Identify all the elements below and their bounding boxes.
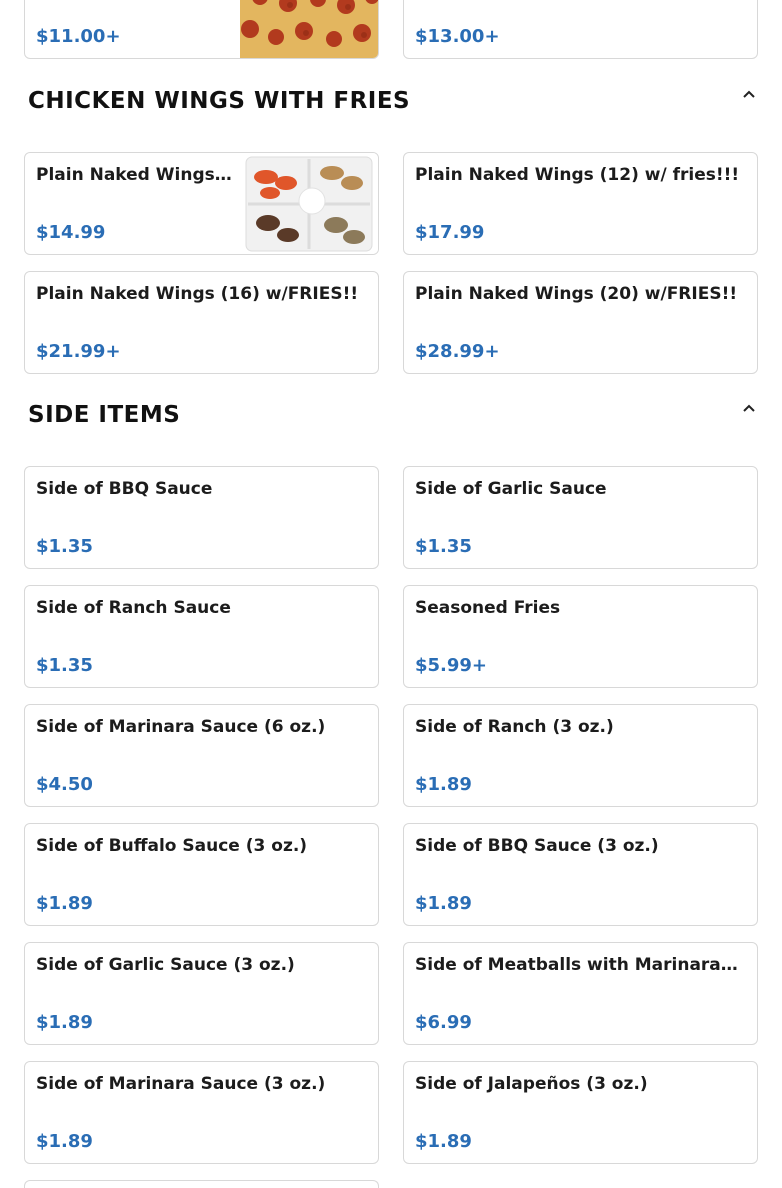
item-name: Side of Ranch (3 oz.) [415, 717, 614, 737]
menu-item-card[interactable]: Side of Marinara Sauce (6 oz.) $4.50 [24, 704, 379, 807]
menu-item-card[interactable]: $13.00+ [403, 0, 758, 59]
item-price: $1.89 [36, 1131, 93, 1152]
item-name: Plain Naked Wings (20) w/FRIES!! [415, 284, 738, 304]
item-name: Side of Garlic Sauce [415, 479, 607, 499]
item-price: $1.35 [36, 655, 93, 676]
menu-item-card[interactable]: Plain Naked Wings (12) w/ fries!!! $17.9… [403, 152, 758, 255]
item-price: $13.00+ [415, 26, 500, 47]
item-price: $1.89 [36, 1012, 93, 1033]
menu-item-card[interactable]: Plain Naked Wings (20) w/FRIES!! $28.99+ [403, 271, 758, 374]
item-price: $1.35 [415, 536, 472, 557]
item-name: Side of Ranch Sauce [36, 598, 231, 618]
item-price: $11.00+ [36, 26, 121, 47]
menu-item-card[interactable]: Side of BBQ Sauce $1.35 [24, 466, 379, 569]
item-price: $28.99+ [415, 341, 500, 362]
item-price: $6.99 [415, 1012, 472, 1033]
menu-item-card[interactable]: Seasoned Fries $5.99+ [403, 585, 758, 688]
item-price: $17.99 [415, 222, 485, 243]
item-name: Side of Jalapeños (3 oz.) [415, 1074, 648, 1094]
menu-item-card[interactable]: Side of Ranch (3 oz.) $1.89 [403, 704, 758, 807]
item-name: Side of BBQ Sauce (3 oz.) [415, 836, 659, 856]
item-price: $5.99+ [415, 655, 488, 676]
item-name: Side of Marinara Sauce (3 oz.) [36, 1074, 326, 1094]
pepperoni-pizza-image [240, 0, 378, 58]
item-name: Side of Meatballs with Marinara… [415, 955, 738, 975]
menu-item-card[interactable]: Side of Jalapeños (3 oz.) $1.89 [403, 1061, 758, 1164]
menu-item-card[interactable]: Plain Naked Wings (16) w/FRIES!! $21.99+ [24, 271, 379, 374]
menu-item-card[interactable]: Side of Marinara Sauce (3 oz.) $1.89 [24, 1061, 379, 1164]
item-name: Plain Naked Wings… [36, 165, 232, 185]
item-price: $1.89 [415, 774, 472, 795]
item-name: Side of Buffalo Sauce (3 oz.) [36, 836, 308, 856]
item-price: $21.99+ [36, 341, 121, 362]
chevron-up-icon[interactable] [739, 398, 759, 418]
menu-item-card[interactable]: Plain Naked Wings… $14.99 [24, 152, 379, 255]
menu-item-card[interactable]: Side of BBQ Sauce (3 oz.) $1.89 [403, 823, 758, 926]
item-price: $4.50 [36, 774, 93, 795]
menu-item-card[interactable]: Side of Ranch Sauce $1.35 [24, 585, 379, 688]
item-price: $1.89 [36, 893, 93, 914]
item-name: Side of Marinara Sauce (6 oz.) [36, 717, 326, 737]
chevron-up-icon[interactable] [739, 84, 759, 104]
item-price: $1.89 [415, 1131, 472, 1152]
item-name: Side of Garlic Sauce (3 oz.) [36, 955, 295, 975]
item-price: $1.89 [415, 893, 472, 914]
menu-item-card[interactable]: Side of Garlic Sauce $1.35 [403, 466, 758, 569]
section-title: SIDE ITEMS [28, 402, 181, 428]
item-price: $14.99 [36, 222, 106, 243]
menu-item-card[interactable]: Side of Meatballs with Marinara… $6.99 [403, 942, 758, 1045]
menu-item-card[interactable]: Side of Garlic Sauce (3 oz.) $1.89 [24, 942, 379, 1045]
wings-platter-image [240, 153, 378, 254]
item-name: Seasoned Fries [415, 598, 561, 618]
menu-item-card[interactable] [24, 1180, 379, 1188]
item-price: $1.35 [36, 536, 93, 557]
menu-item-card[interactable]: Side of Buffalo Sauce (3 oz.) $1.89 [24, 823, 379, 926]
section-title: CHICKEN WINGS WITH FRIES [28, 88, 411, 114]
menu-item-card[interactable]: $11.00+ [24, 0, 379, 59]
item-name: Side of BBQ Sauce [36, 479, 213, 499]
item-name: Plain Naked Wings (16) w/FRIES!! [36, 284, 359, 304]
item-name: Plain Naked Wings (12) w/ fries!!! [415, 165, 740, 185]
